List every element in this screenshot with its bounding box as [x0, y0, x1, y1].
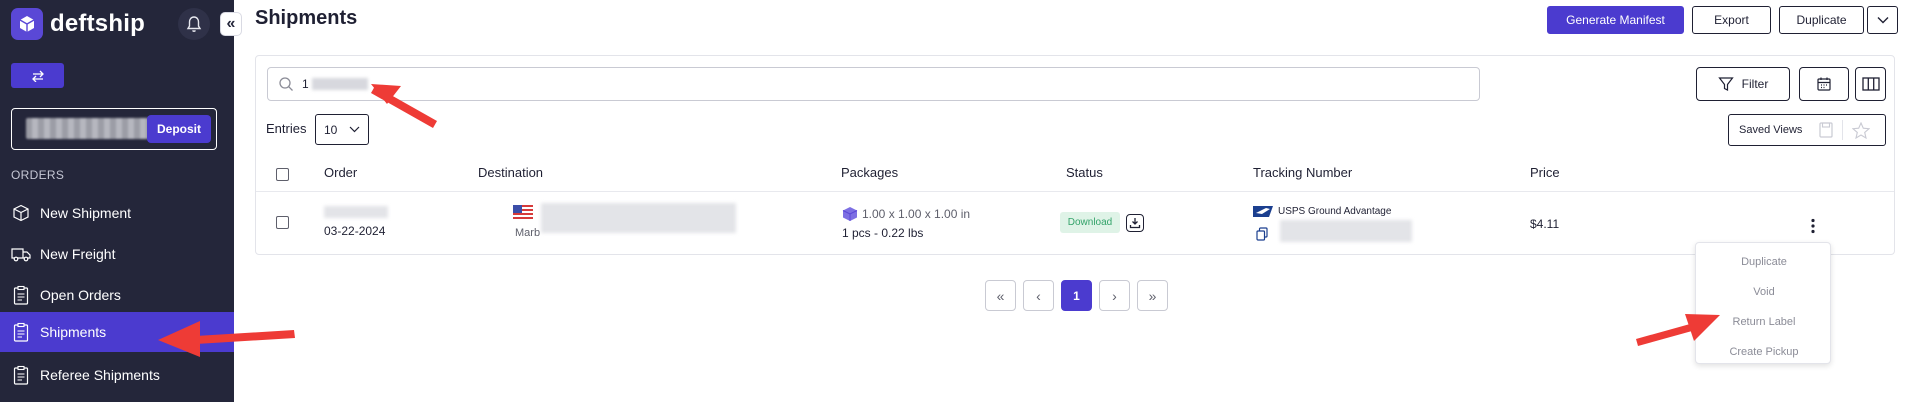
sidebar-item-label: Shipments — [40, 324, 107, 340]
logo-cube-icon — [11, 8, 43, 40]
chevron-down-icon — [349, 126, 360, 133]
previous-page-button[interactable]: ‹ — [1023, 280, 1054, 311]
menu-item-void[interactable]: Void — [1696, 277, 1832, 307]
funnel-icon — [1717, 77, 1734, 91]
search-input-value: 1 — [302, 77, 309, 91]
sidebar-item-referee-shipments[interactable]: Referee Shipments — [0, 355, 234, 395]
copy-icon[interactable] — [1256, 227, 1268, 241]
order-date: 03-22-2024 — [324, 224, 386, 238]
clipboard-icon — [11, 322, 31, 342]
column-header-order[interactable]: Order — [324, 165, 357, 180]
column-header-packages[interactable]: Packages — [841, 165, 898, 180]
usps-eagle-icon — [1253, 206, 1273, 217]
saved-views-control[interactable]: Saved Views — [1728, 114, 1886, 146]
calendar-icon — [1817, 77, 1831, 91]
last-page-button[interactable]: » — [1137, 280, 1168, 311]
filter-button[interactable]: Filter — [1696, 67, 1790, 101]
balance-value-redacted — [26, 118, 150, 139]
sidebar-item-open-orders[interactable]: Open Orders — [0, 275, 234, 315]
shipments-card: 1 Filter Entries 10 Saved Views Order De… — [255, 55, 1895, 255]
menu-item-duplicate[interactable]: Duplicate — [1696, 247, 1832, 277]
select-all-checkbox[interactable] — [276, 168, 289, 181]
date-range-button[interactable] — [1799, 67, 1849, 101]
entries-select[interactable]: 10 — [315, 114, 369, 145]
order-id-redacted[interactable] — [324, 206, 388, 218]
sidebar-item-new-shipment[interactable]: New Shipment — [0, 193, 234, 233]
package-dimensions: 1.00 x 1.00 x 1.00 in — [862, 207, 971, 221]
double-chevron-left-icon: « — [226, 15, 236, 32]
row-actions-kebab-icon[interactable] — [1806, 216, 1820, 236]
destination-city: Marb — [515, 227, 541, 239]
columns-button[interactable] — [1855, 67, 1886, 101]
sidebar-item-label: New Shipment — [40, 205, 132, 221]
column-header-price[interactable]: Price — [1530, 165, 1560, 180]
sidebar-item-label: Referee Shipments — [40, 367, 160, 383]
first-page-button[interactable]: « — [985, 280, 1016, 311]
star-icon[interactable] — [1852, 121, 1871, 139]
annotation-arrow-return-label — [1636, 324, 1692, 346]
search-value-redacted — [311, 78, 368, 90]
chevron-left-icon: ‹ — [1036, 287, 1041, 304]
entries-label: Entries — [266, 121, 307, 136]
notifications-bell-icon[interactable] — [178, 8, 210, 40]
sidebar-item-label: Open Orders — [40, 287, 121, 303]
orders-section-label: ORDERS — [11, 168, 65, 182]
price: $4.11 — [1530, 217, 1560, 231]
collapse-sidebar-button[interactable]: « — [220, 12, 242, 36]
next-page-button[interactable]: › — [1099, 280, 1130, 311]
row-select-checkbox[interactable] — [276, 216, 289, 229]
brand-name: deftship — [50, 10, 145, 37]
filter-label: Filter — [1741, 77, 1769, 91]
package-box-icon — [842, 207, 858, 221]
header-divider — [256, 191, 1894, 192]
search-input[interactable]: 1 — [267, 67, 1480, 101]
clipboard-icon — [11, 285, 31, 305]
generate-manifest-button[interactable]: Generate Manifest — [1547, 6, 1684, 34]
sidebar-item-shipments[interactable]: Shipments — [0, 312, 234, 352]
swap-arrows-icon — [31, 70, 44, 82]
duplicate-button[interactable]: Duplicate — [1779, 6, 1864, 34]
carrier-service: USPS Ground Advantage — [1278, 206, 1392, 217]
package-summary: 1 pcs - 0.22 lbs — [842, 226, 924, 240]
us-flag-icon — [513, 205, 533, 219]
column-header-tracking-number[interactable]: Tracking Number — [1253, 165, 1352, 180]
column-header-status[interactable]: Status — [1066, 165, 1103, 180]
switch-account-button[interactable] — [11, 63, 64, 88]
status-badge[interactable]: Download — [1060, 212, 1120, 233]
page-title: Shipments — [255, 7, 358, 29]
search-icon — [279, 77, 293, 91]
balance-panel: Deposit — [11, 108, 217, 150]
menu-item-create-pickup[interactable]: Create Pickup — [1696, 337, 1832, 367]
column-header-destination[interactable]: Destination — [478, 165, 543, 180]
tracking-number-redacted[interactable] — [1280, 220, 1412, 242]
export-button[interactable]: Export — [1692, 6, 1771, 34]
sidebar-item-label: New Freight — [40, 246, 116, 262]
double-chevron-right-icon: » — [1148, 287, 1157, 304]
download-label-icon[interactable] — [1126, 214, 1144, 232]
row-actions-menu: Duplicate Void Return Label Create Picku… — [1695, 242, 1831, 364]
saved-views-label: Saved Views — [1739, 124, 1803, 136]
save-disk-icon[interactable] — [1819, 122, 1833, 138]
box-icon — [11, 203, 31, 223]
chevron-down-icon — [1877, 17, 1888, 24]
columns-icon — [1861, 77, 1880, 91]
deposit-button[interactable]: Deposit — [147, 115, 211, 143]
more-actions-dropdown-button[interactable] — [1867, 6, 1898, 34]
page-number-current[interactable]: 1 — [1061, 280, 1092, 311]
sidebar: deftship Deposit ORDERS New Shipment New… — [0, 0, 234, 402]
entries-value: 10 — [324, 122, 338, 137]
brand-logo[interactable]: deftship — [11, 8, 145, 40]
menu-item-return-label[interactable]: Return Label — [1696, 307, 1832, 337]
app-root: deftship Deposit ORDERS New Shipment New… — [0, 0, 1913, 402]
destination-address-redacted — [541, 203, 736, 233]
double-chevron-left-icon: « — [996, 287, 1005, 304]
clipboard-icon — [11, 365, 31, 385]
sidebar-item-new-freight[interactable]: New Freight — [0, 234, 234, 274]
truck-icon — [11, 244, 31, 264]
divider — [1842, 120, 1844, 140]
chevron-right-icon: › — [1112, 287, 1117, 304]
